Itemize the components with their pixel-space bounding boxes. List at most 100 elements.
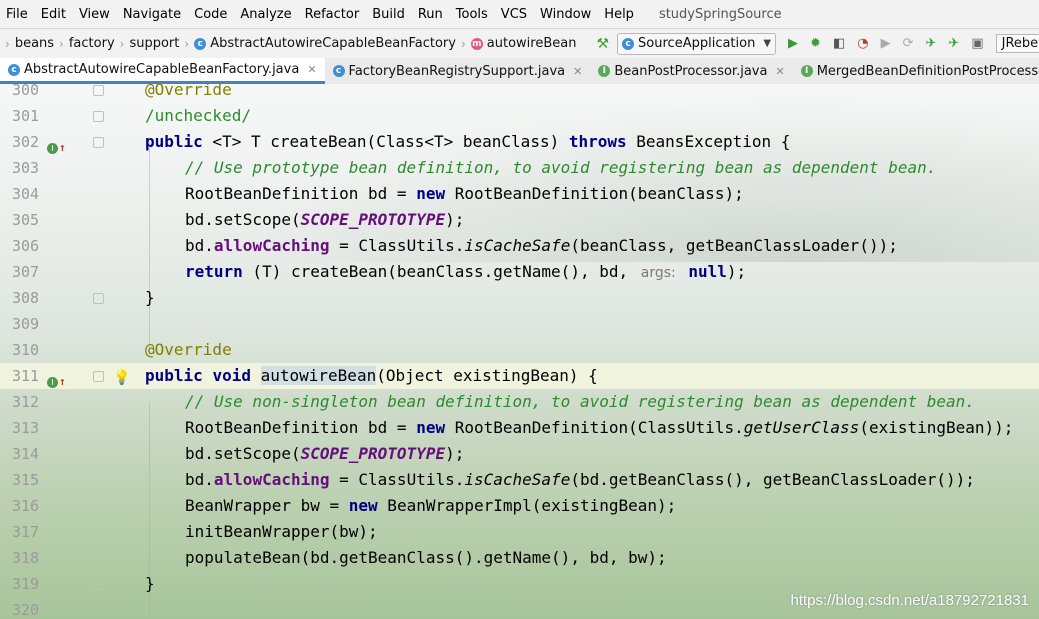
coverage-icon[interactable]: ◧ [833,36,845,51]
run-configuration-select[interactable]: c SourceApplication ▼ [617,32,777,55]
breadcrumb-method[interactable]: m autowireBean [470,36,577,51]
stop-icon[interactable]: ▣ [971,36,983,51]
menu-build[interactable]: Build [366,7,412,22]
jrebel-debug-icon[interactable]: ✈ [948,36,959,51]
menu-vcs[interactable]: VCS [495,7,534,22]
tab-abstractautowire[interactable]: c AbstractAutowireCapableBeanFactory.jav… [0,58,325,84]
fold-marker-icon[interactable] [93,85,104,96]
code-text: RootBeanDefinition bd = new RootBeanDefi… [185,184,744,203]
code-text: @Override [145,84,232,99]
breadcrumb-support[interactable]: support [129,36,179,51]
menu-file[interactable]: File [0,7,35,22]
code-text: } [145,574,155,593]
line-number: 316 [12,497,40,515]
lightbulb-icon[interactable]: 💡 [113,365,130,391]
code-line: 310 @Override [0,337,1039,363]
breadcrumb-beans[interactable]: beans [15,36,54,51]
code-line: 302 I ↑ public <T> T createBean(Class<T> … [0,129,1039,155]
parameter-hint: args: [637,265,679,281]
interface-icon: I [800,65,813,77]
code-text: public <T> T createBean(Class<T> beanCla… [145,132,791,151]
line-number: 300 [12,84,40,99]
fold-marker-icon[interactable] [93,137,104,148]
fold-marker-icon[interactable] [93,111,104,122]
menu-view[interactable]: View [73,7,117,22]
line-number: 320 [12,601,40,619]
close-icon[interactable]: ✕ [573,65,582,78]
code-line-current: 311 I ↑ 💡 public void autowireBean(Object… [0,363,1039,389]
fold-marker-icon[interactable] [93,293,104,304]
build-hammer-icon[interactable]: ⚒ [596,36,609,52]
code-text: public void autowireBean(Object existing… [145,366,598,385]
code-line: 318 populateBean(bd.getBeanClass().getNa… [0,545,1039,571]
interface-icon: I [598,65,611,77]
tab-label: MergedBeanDefinitionPostProcessor.java [816,63,1039,79]
close-icon[interactable]: ✕ [775,65,784,78]
code-text: bd.setScope(SCOPE_PROTOTYPE); [185,210,465,229]
close-icon[interactable]: ✕ [307,63,316,76]
chevron-down-icon: ▼ [763,38,772,49]
method-icon: m [470,37,483,50]
jrebel-button[interactable]: JRebel [995,34,1039,53]
code-line: 316 BeanWrapper bw = new BeanWrapperImpl… [0,493,1039,519]
code-editor[interactable]: 300 @Override 301 /unchecked/ 302 I ↑ pub… [0,84,1039,619]
code-text: RootBeanDefinition bd = new RootBeanDefi… [185,418,1014,437]
tab-beanpostprocessor[interactable]: I BeanPostProcessor.java ✕ [590,58,792,84]
breadcrumb-label: autowireBean [486,36,577,51]
code-line: 309 [0,311,1039,337]
chevron-right-icon: › [59,36,64,51]
menu-edit[interactable]: Edit [35,7,73,22]
run-configuration-label: SourceApplication [638,36,756,51]
breadcrumb-label: AbstractAutowireCapableBeanFactory [210,36,456,51]
menu-window[interactable]: Window [534,7,598,22]
menu-bar: File Edit View Navigate Code Analyze Ref… [0,0,1039,28]
chevron-right-icon: › [184,36,190,51]
chevron-right-icon: › [460,36,466,51]
breadcrumb-factory[interactable]: factory [69,36,115,51]
code-line: 305 bd.setScope(SCOPE_PROTOTYPE); [0,207,1039,233]
update-icon[interactable]: ⟳ [903,36,914,51]
fold-marker-icon[interactable] [93,371,104,382]
breadcrumb-label: factory [68,36,115,51]
class-icon: c [194,37,207,50]
code-text: bd.allowCaching = ClassUtils.isCacheSafe… [185,470,975,489]
run-icon[interactable]: ▶ [788,36,798,51]
menu-tools[interactable]: Tools [450,7,495,22]
code-line: 303 // Use prototype bean definition, to… [0,155,1039,181]
selected-identifier: autowireBean [260,366,377,385]
tab-mergedbeandefinition[interactable]: I MergedBeanDefinitionPostProcessor.java… [793,58,1039,84]
menu-analyze[interactable]: Analyze [234,7,298,22]
breadcrumb-label: beans [14,36,55,51]
chevron-right-icon: › [119,36,125,51]
line-number: 314 [12,445,40,463]
code-line: 312 // Use non-singleton bean definition… [0,389,1039,415]
line-number: 318 [12,549,40,567]
code-line: 317 initBeanWrapper(bw); [0,519,1039,545]
editor-tabs: c AbstractAutowireCapableBeanFactory.jav… [0,58,1039,85]
code-line: 308 } [0,285,1039,311]
breadcrumb-class[interactable]: c AbstractAutowireCapableBeanFactory [194,36,456,51]
tab-factorybeanregistry[interactable]: c FactoryBeanRegistrySupport.java ✕ [325,58,591,84]
menu-help[interactable]: Help [598,7,641,22]
navigation-bar: › beans › factory › support › c AbstractA… [0,28,1039,59]
menu-refactor[interactable]: Refactor [299,7,367,22]
menu-run[interactable]: Run [412,7,450,22]
menu-navigate[interactable]: Navigate [117,7,188,22]
debug-icon[interactable]: ✹ [810,36,821,51]
code-text: bd.allowCaching = ClassUtils.isCacheSafe… [185,236,898,255]
code-text: @Override [145,340,232,359]
code-line: 307 return (T) createBean(beanClass.getN… [0,259,1039,285]
menu-code[interactable]: Code [188,7,234,22]
chevron-right-icon: › [5,36,10,51]
code-line: 304 RootBeanDefinition bd = new RootBean… [0,181,1039,207]
class-icon: c [8,63,20,76]
line-number: 319 [12,575,40,593]
resume-icon[interactable]: ▶ [881,36,891,51]
line-number: 304 [12,185,40,203]
fold-marker-icon[interactable] [93,579,104,590]
code-text: initBeanWrapper(bw); [185,522,378,541]
line-number: 308 [12,289,40,307]
profile-icon[interactable]: ◔ [857,36,868,51]
class-icon: c [332,65,345,77]
jrebel-run-icon[interactable]: ✈ [926,36,937,51]
